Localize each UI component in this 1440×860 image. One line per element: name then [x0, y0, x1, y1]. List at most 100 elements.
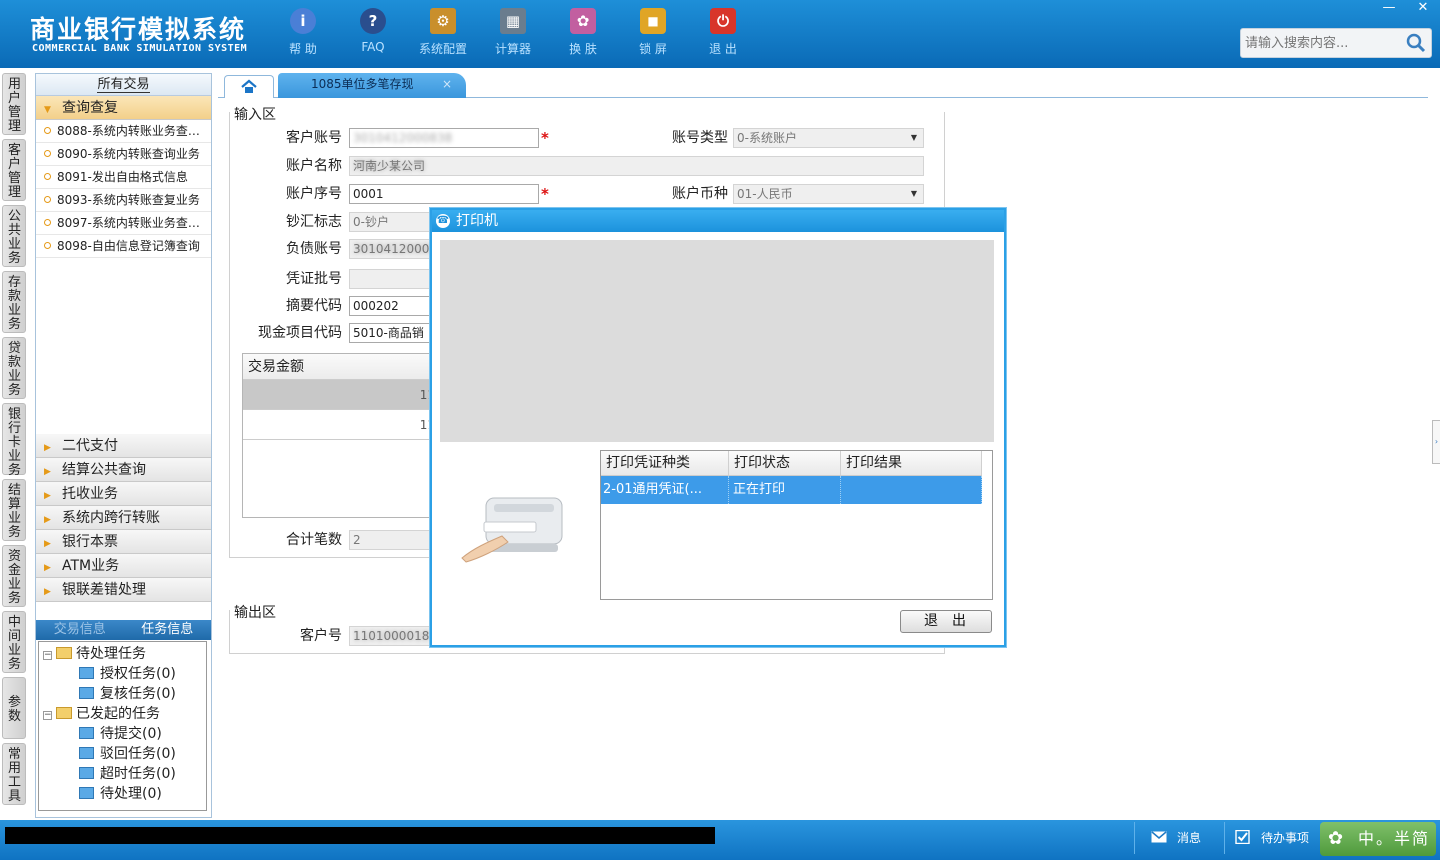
- printer-dialog: ☎ 打印机 打印凭证种类 打印状态 打印结果 2-01通用凭证(... 正在打印…: [430, 208, 1006, 647]
- voucher-batch-field: [349, 269, 439, 289]
- tree-node-to-process[interactable]: 待处理(0): [39, 784, 206, 804]
- nav-group-interbank-transfer[interactable]: ▶ 系统内跨行转账: [36, 506, 211, 530]
- todo-button[interactable]: 待办事项: [1224, 822, 1320, 854]
- cash-item-code-field[interactable]: 5010-商品销: [349, 323, 439, 343]
- vtab-loan-business[interactable]: 贷款业务: [2, 337, 26, 399]
- cell-print-status: 正在打印: [729, 476, 841, 504]
- grid-row[interactable]: 11: [243, 380, 441, 410]
- nav-item-8088[interactable]: 8088-系统内转账业务查询及处理: [36, 120, 211, 143]
- home-icon: [241, 79, 257, 93]
- collapsed-triangle-icon: ▶: [44, 563, 51, 573]
- output-section-title: 输出区: [234, 602, 278, 622]
- collapsed-triangle-icon: ▶: [44, 539, 51, 549]
- vtab-intermediate-business[interactable]: 中间业务: [2, 611, 26, 673]
- currency-label: 账户币种: [672, 186, 728, 202]
- summary-code-label: 摘要代码: [286, 298, 342, 314]
- tree-node-to-submit[interactable]: 待提交(0): [39, 724, 206, 744]
- customer-account-label: 客户账号: [286, 130, 342, 146]
- printer-icon: [461, 497, 563, 563]
- currency-select[interactable]: 01-人民币 ▼: [733, 184, 924, 204]
- print-table-header: 打印凭证种类 打印状态 打印结果: [601, 451, 982, 476]
- ime-indicator[interactable]: ✿ 中。半简: [1320, 822, 1436, 856]
- account-type-select[interactable]: 0-系统账户 ▼: [733, 128, 924, 148]
- nav-group-cashier-check[interactable]: ▶ 银行本票: [36, 530, 211, 554]
- lock-screen-button[interactable]: ■ 锁 屏: [618, 8, 688, 57]
- messages-button[interactable]: 消息: [1134, 822, 1224, 854]
- vtab-bank-card-business[interactable]: 银行卡业务: [2, 403, 26, 478]
- folder-icon: [56, 647, 72, 659]
- right-collapse-handle[interactable]: ›: [1432, 420, 1440, 464]
- minimize-button[interactable]: —: [1372, 0, 1406, 18]
- vtab-customer-management[interactable]: 客户管理: [2, 139, 26, 201]
- dropdown-arrow-icon: ▼: [910, 133, 918, 142]
- dropdown-arrow-icon: ▼: [910, 189, 918, 198]
- nav-group-query-reply[interactable]: ▼ 查询查复: [36, 96, 211, 120]
- task-list-icon: [79, 727, 94, 739]
- task-list-icon: [79, 747, 94, 759]
- grid-row[interactable]: 11: [243, 410, 441, 440]
- collapse-minus-icon[interactable]: −: [43, 651, 52, 660]
- print-preview-area: [440, 240, 994, 442]
- account-name-field: 河南少某公司: [349, 156, 924, 176]
- calculator-button[interactable]: ▦ 计算器: [478, 8, 548, 57]
- search-icon[interactable]: [1405, 32, 1427, 54]
- tree-node-rejected[interactable]: 驳回任务(0): [39, 744, 206, 764]
- summary-code-field[interactable]: 000202: [349, 296, 439, 316]
- close-tab-icon[interactable]: ×: [442, 73, 452, 96]
- tree-node-timeout[interactable]: 超时任务(0): [39, 764, 206, 784]
- cash-flag-label: 钞汇标志: [286, 214, 342, 230]
- tree-node-pending[interactable]: − 待处理任务: [39, 644, 206, 664]
- nav-group-atm[interactable]: ▶ ATM业务: [36, 554, 211, 578]
- vtab-common-tools[interactable]: 常用工具: [2, 743, 26, 805]
- exit-app-button[interactable]: ⏻ 退 出: [688, 8, 758, 57]
- nav-item-8097[interactable]: 8097-系统内转账业务查询处理: [36, 212, 211, 235]
- nav-group-settlement-query[interactable]: ▶ 结算公共查询: [36, 458, 211, 482]
- window-controls: — ✕: [1372, 0, 1440, 18]
- faq-button[interactable]: ? FAQ: [338, 8, 408, 57]
- skin-button[interactable]: ✿ 换 肤: [548, 8, 618, 57]
- settings-button[interactable]: ⚙ 系统配置: [408, 8, 478, 57]
- account-seq-field[interactable]: 0001: [349, 184, 539, 204]
- bullet-icon: [44, 127, 51, 134]
- vtab-deposit-business[interactable]: 存款业务: [2, 271, 26, 333]
- search-input[interactable]: [1241, 29, 1401, 57]
- nav-item-8093[interactable]: 8093-系统内转账查复业务: [36, 189, 211, 212]
- collapse-minus-icon[interactable]: −: [43, 711, 52, 720]
- print-job-row[interactable]: 2-01通用凭证(... 正在打印: [601, 476, 982, 504]
- nav-item-8098[interactable]: 8098-自由信息登记簿查询: [36, 235, 211, 258]
- dialog-title: 打印机: [456, 213, 498, 229]
- vtab-parameters[interactable]: 参数: [2, 677, 26, 739]
- tab-1085-multi-deposit[interactable]: 1085单位多笔存现 ×: [278, 73, 466, 98]
- col-voucher-type: 打印凭证种类: [601, 451, 729, 475]
- task-list-icon: [79, 767, 94, 779]
- grid-header-amount: 交易金额: [243, 354, 441, 380]
- task-list-icon: [79, 667, 94, 679]
- task-panel-tabs: 交易信息 任务信息: [36, 620, 211, 640]
- vtab-settlement-business[interactable]: 结算业务: [2, 479, 26, 541]
- close-button[interactable]: ✕: [1406, 0, 1440, 18]
- nav-group-cnaps2[interactable]: ▶ 二代支付: [36, 434, 211, 458]
- help-button[interactable]: i 帮 助: [268, 8, 338, 57]
- vtab-user-management[interactable]: 用户管理: [2, 73, 26, 135]
- calculator-icon: ▦: [500, 8, 526, 34]
- tab-transaction-info[interactable]: 交易信息: [36, 620, 124, 640]
- dialog-exit-button[interactable]: 退出: [900, 610, 992, 633]
- customer-account-field[interactable]: 3010412000838: [349, 128, 539, 148]
- transaction-nav-panel: 所有交易 ▼查询查复 8088-系统内转账业务查询及处理 8090-系统内转账查…: [35, 73, 212, 818]
- dialog-titlebar[interactable]: ☎ 打印机: [432, 210, 1004, 232]
- vtab-public-business[interactable]: 公共业务: [2, 205, 26, 267]
- nav-item-8090[interactable]: 8090-系统内转账查询业务: [36, 143, 211, 166]
- bullet-icon: [44, 219, 51, 226]
- help-icon: i: [290, 8, 316, 34]
- tab-task-info[interactable]: 任务信息: [123, 620, 211, 640]
- nav-item-8091[interactable]: 8091-发出自由格式信息: [36, 166, 211, 189]
- customer-no-label: 客户号: [300, 628, 342, 644]
- tree-node-auth-tasks[interactable]: 授权任务(0): [39, 664, 206, 684]
- nav-group-unionpay-error[interactable]: ▶ 银联差错处理: [36, 578, 211, 602]
- nav-group-collection[interactable]: ▶ 托收业务: [36, 482, 211, 506]
- vtab-fund-business[interactable]: 资金业务: [2, 545, 26, 607]
- tree-node-initiated[interactable]: − 已发起的任务: [39, 704, 206, 724]
- tab-home[interactable]: [224, 75, 274, 98]
- status-message-strip: [5, 827, 715, 844]
- tree-node-review-tasks[interactable]: 复核任务(0): [39, 684, 206, 704]
